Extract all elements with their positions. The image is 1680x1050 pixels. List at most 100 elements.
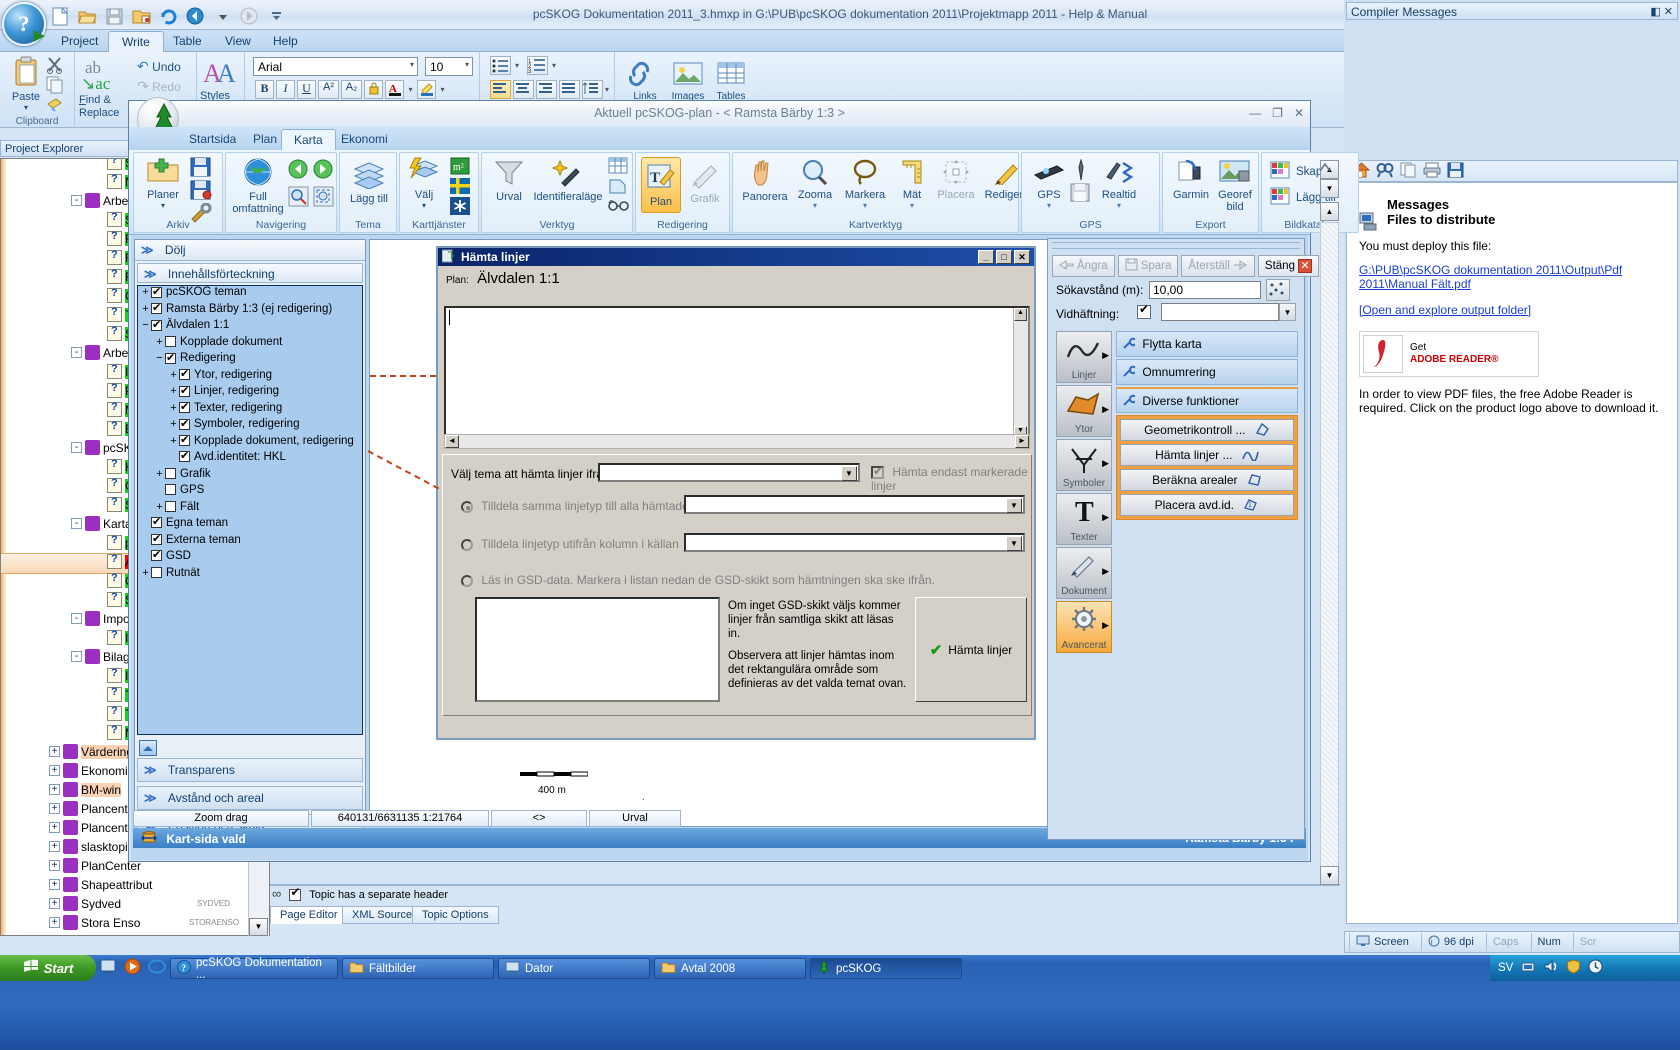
highlight-icon[interactable] (417, 80, 436, 99)
font-name-input[interactable]: Arial (253, 57, 418, 76)
row-expander[interactable]: + (49, 898, 60, 910)
stang-button[interactable]: Stäng ✕ (1257, 255, 1319, 277)
dialog-minimize-button[interactable]: _ (978, 250, 994, 264)
btn-hamta-linjer[interactable]: Hämta linjer ... (1120, 444, 1294, 466)
edit-tool-vertical-tabs[interactable]: ▶ Linjer ▶ Ytor ▶ Symboler T ▶ Texter ▶ (1056, 331, 1112, 655)
number-dropdown-icon[interactable]: ▾ (552, 56, 560, 75)
font-name-dropdown-icon[interactable]: ▾ (410, 60, 414, 69)
back-arrow-icon[interactable] (288, 159, 309, 183)
row-expander[interactable]: + (49, 841, 60, 853)
theme-tree-row[interactable]: + Fält (138, 501, 362, 518)
tray-language[interactable]: SV (1498, 962, 1513, 974)
snap-settings-button[interactable] (1266, 279, 1290, 301)
print-icon[interactable] (1423, 162, 1441, 181)
topic-header-checkbox[interactable]: ✔ (289, 885, 302, 902)
vtab-dokument[interactable]: ▶ Dokument (1056, 547, 1112, 599)
scroll-down-button[interactable]: ▼ (249, 918, 268, 936)
zooma-button[interactable]: Zooma ▾ (793, 159, 837, 210)
links-button[interactable]: Links (625, 60, 665, 102)
theme-checkbox[interactable] (165, 501, 176, 512)
taskbar-item-help-manual[interactable]: ? pcSKOG Dokumentation ... (170, 957, 338, 981)
dialog-hscroll-right[interactable]: ► (1015, 435, 1029, 448)
theme-expander[interactable]: + (154, 468, 165, 480)
panel-grip[interactable] (1052, 242, 1300, 249)
vtab-ytor[interactable]: ▶ Ytor (1056, 385, 1112, 437)
radio-gsd-row[interactable]: Läs in GSD-data. Markera i listan nedan … (461, 573, 935, 587)
compiler-messages-toolbar[interactable] (1346, 160, 1678, 182)
toc-header[interactable]: ≫ Innehållsförteckning (137, 263, 363, 283)
cut-icon[interactable] (46, 56, 64, 77)
align-center-button[interactable] (513, 80, 534, 99)
vtab-symboler[interactable]: ▶ Symboler (1056, 439, 1112, 491)
clock-icon[interactable] (1588, 959, 1603, 977)
theme-expander[interactable]: + (140, 567, 151, 579)
theme-checkbox[interactable] (179, 367, 190, 380)
side-scroll-down[interactable]: ▼ (1320, 179, 1339, 198)
from-column-dropdown-icon[interactable]: ▼ (1006, 536, 1022, 551)
btn-geometrikontroll[interactable]: Geometrikontroll ... (1120, 419, 1294, 441)
bullet-dropdown-icon[interactable]: ▾ (515, 56, 523, 75)
fn-diverse-funktioner[interactable]: Diverse funktioner (1116, 387, 1298, 413)
align-left-button[interactable] (490, 80, 511, 99)
tab-topic-options[interactable]: Topic Options (412, 906, 499, 924)
placera-button[interactable]: Placera (931, 159, 981, 201)
theme-tree-row[interactable]: GPS (138, 484, 362, 501)
font-color-dropdown-icon[interactable]: ▾ (406, 80, 415, 99)
quick-access-toolbar[interactable] (48, 2, 288, 30)
edit-tool-panel-toolbar[interactable]: Ångra Spara Återställ Stäng ✕ (1052, 255, 1319, 277)
dialog-text-area[interactable]: ▲ ▼ (444, 306, 1030, 441)
valj-button[interactable]: Välj ▾ (402, 157, 446, 210)
theme-checkbox[interactable] (179, 449, 190, 463)
radio-gsd[interactable] (461, 574, 473, 587)
doc-scroll-track[interactable] (1320, 222, 1339, 872)
lock-icon[interactable] (364, 80, 383, 99)
ie-icon[interactable]: e (148, 958, 166, 978)
topic-header-row[interactable]: ∞ ✔ Topic has a separate header (272, 885, 1340, 904)
theme-tree-row[interactable]: + Linjer, redigering (138, 384, 362, 402)
plan-edit-button[interactable]: T Plan (641, 157, 681, 213)
gps-button[interactable]: GPS ▾ (1028, 159, 1070, 210)
tab-xml-source[interactable]: XML Source (342, 906, 423, 924)
line-spacing-button[interactable] (582, 80, 603, 99)
media-player-icon[interactable] (124, 958, 141, 978)
tab-write[interactable]: Write (108, 31, 164, 52)
only-marked-checkbox[interactable] (871, 464, 884, 480)
mat-dropdown-icon[interactable]: ▾ (893, 201, 931, 210)
vtab-texter[interactable]: T ▶ Texter (1056, 493, 1112, 545)
theme-expander[interactable]: + (168, 385, 179, 397)
panorera-button[interactable]: Panorera (739, 159, 791, 203)
pcskog-window-controls[interactable]: — ❐ ✕ (1249, 106, 1304, 120)
theme-tree-row[interactable]: Avd.identitet: HKL (138, 449, 362, 468)
underline-button[interactable]: U (297, 80, 316, 99)
bold-button[interactable]: B (255, 80, 274, 99)
theme-checkbox[interactable] (179, 417, 190, 430)
tables-button[interactable]: Tables (711, 60, 751, 102)
qat-dropdown-icon[interactable] (210, 4, 234, 28)
row-expander[interactable]: + (49, 784, 60, 796)
pcskog-tabs[interactable]: Startsida Plan Karta Ekonomi ? (129, 127, 1310, 173)
vtab-linjer[interactable]: ▶ Linjer (1056, 331, 1112, 383)
open-icon[interactable] (75, 4, 99, 28)
number-list-icon[interactable]: 123 (527, 56, 548, 75)
theme-expander[interactable]: + (168, 369, 179, 381)
styles-icon[interactable]: AA (203, 58, 239, 91)
theme-expander[interactable]: − (140, 319, 151, 331)
row-expander[interactable]: + (49, 860, 60, 872)
tab-view[interactable]: View (212, 31, 264, 52)
project-explorer-row[interactable]: + Shapeattribut (1, 877, 269, 896)
theme-collapse-button[interactable] (139, 740, 157, 756)
paste-dropdown-icon[interactable]: ▾ (8, 103, 44, 112)
theme-checkbox[interactable] (165, 468, 176, 479)
font-color-icon[interactable]: A (385, 80, 404, 99)
dialog-titlebar[interactable]: Hämta linjer _ □ ✕ (438, 248, 1034, 266)
row-expander[interactable]: + (49, 822, 60, 834)
row-expander[interactable]: - (71, 613, 82, 625)
zooma-dropdown-icon[interactable]: ▾ (793, 201, 837, 210)
taskbar-item-avtal[interactable]: Avtal 2008 (654, 958, 806, 979)
theme-checkbox[interactable] (151, 301, 162, 314)
save-plan-icon[interactable] (190, 157, 212, 180)
align-justify-button[interactable] (559, 80, 580, 99)
superscript-button[interactable]: A² (318, 80, 339, 99)
radio-from-column[interactable] (461, 538, 473, 551)
adobe-reader-badge[interactable]: Get ADOBE READER® (1359, 331, 1539, 377)
